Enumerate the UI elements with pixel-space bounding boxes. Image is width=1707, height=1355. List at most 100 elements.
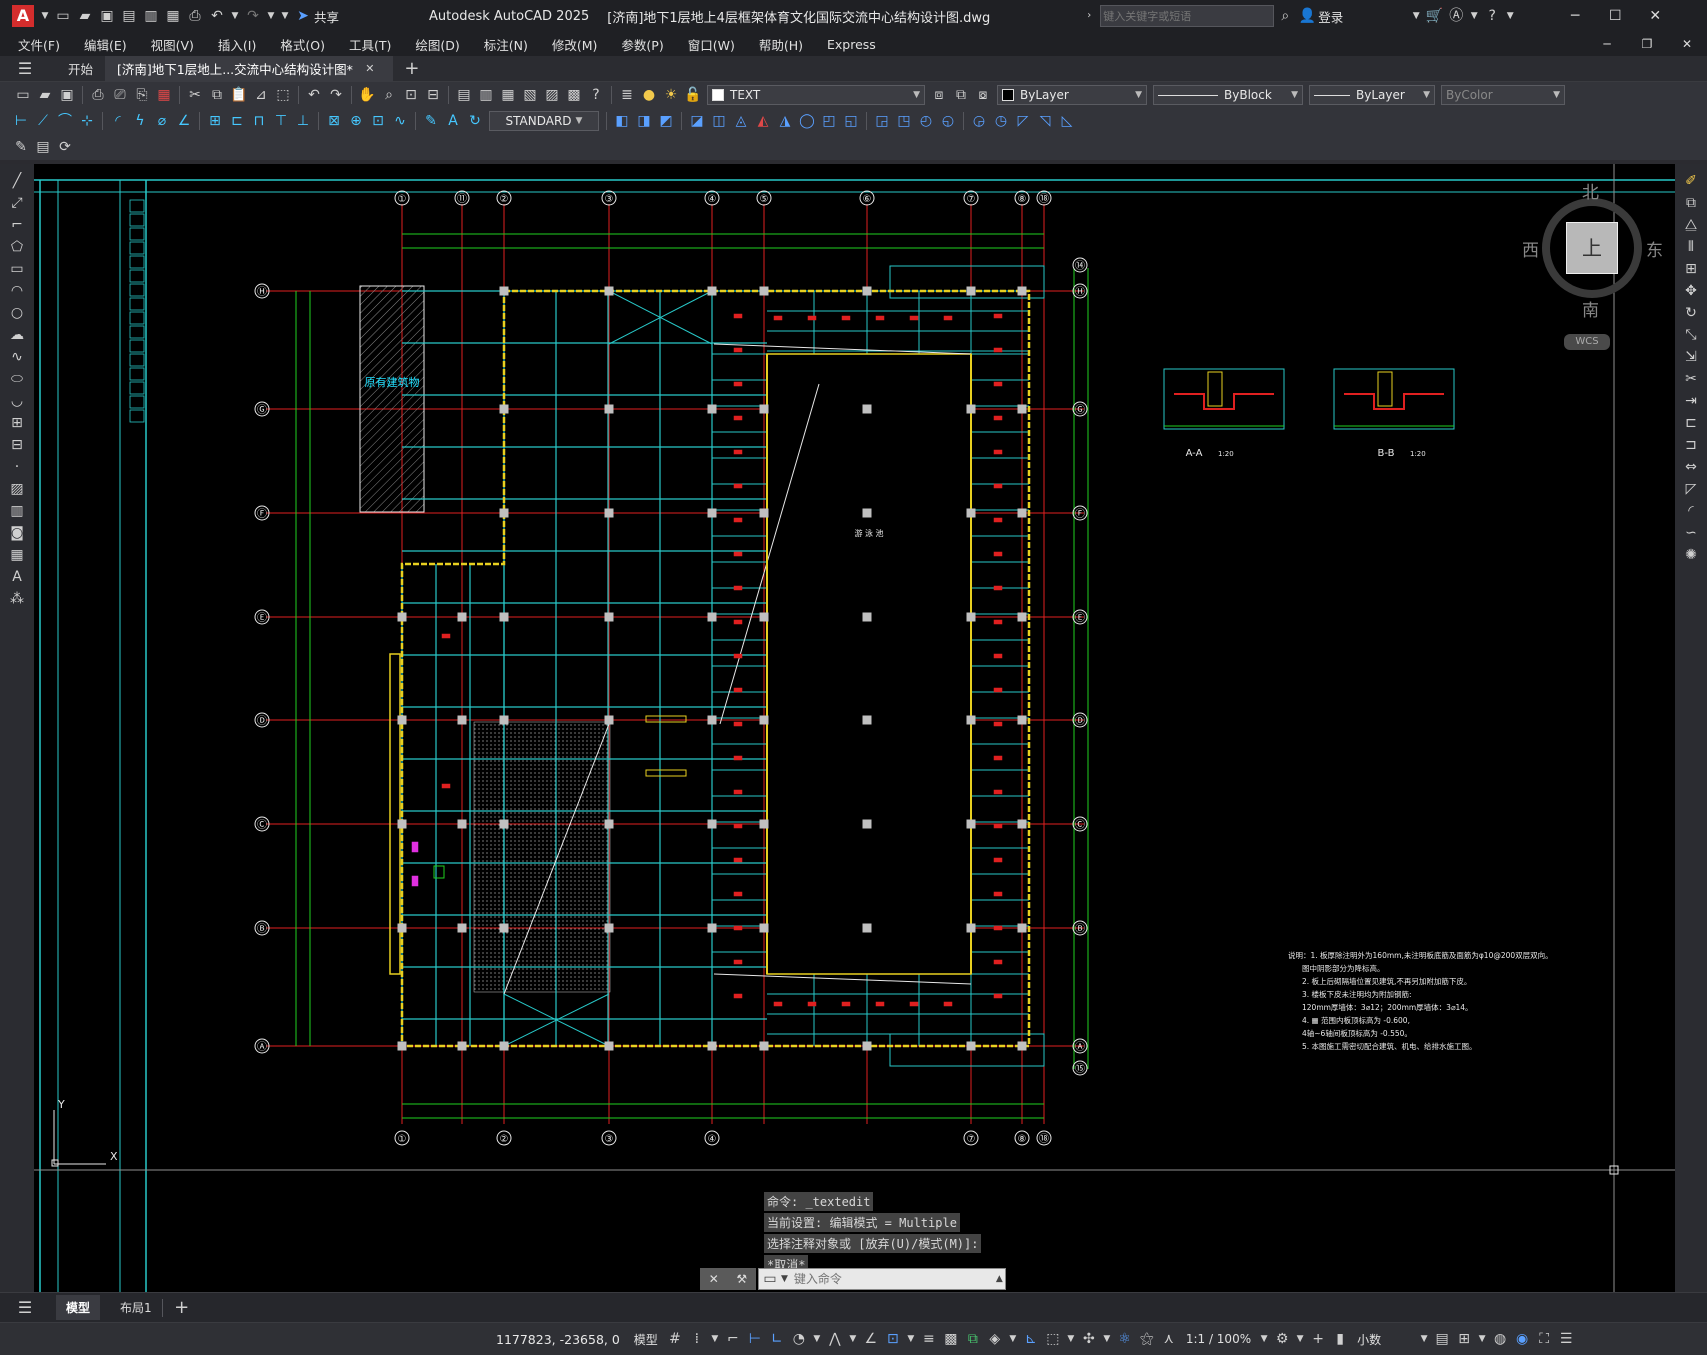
pdf-icon[interactable]: ▦ — [155, 86, 173, 104]
dynamic-ucs-icon[interactable]: ⊾ — [1022, 1330, 1040, 1348]
construction-line-icon[interactable]: ⤢ — [8, 194, 26, 212]
rectangle-icon[interactable]: ▭ — [8, 260, 26, 278]
spline-icon[interactable]: ∿ — [8, 348, 26, 366]
autodesk-a360-icon[interactable]: Ⓐ — [1447, 7, 1465, 25]
maximize-icon[interactable]: ☐ — [1595, 8, 1635, 24]
layout-menu-icon[interactable]: ☰ — [16, 1298, 34, 1317]
publish-icon[interactable]: ⎘ — [133, 86, 151, 104]
ellipse-arc-icon[interactable]: ◡ — [8, 392, 26, 410]
wedge-icon[interactable]: ◨ — [635, 112, 653, 130]
polar-chevron-icon[interactable]: ▼ — [812, 1330, 822, 1348]
3d-align-icon[interactable]: ◸ — [1014, 112, 1032, 130]
copy-object-icon[interactable]: ⧉ — [1682, 194, 1700, 212]
region-icon[interactable]: ◙ — [8, 524, 26, 542]
3d-array-icon[interactable]: ◹ — [1036, 112, 1054, 130]
doc-minimize-icon[interactable]: ─ — [1587, 37, 1627, 51]
circle-icon[interactable]: ○ — [8, 304, 26, 322]
markup-icon[interactable]: ▨ — [543, 86, 561, 104]
customize-icon[interactable]: ⚒ — [736, 1272, 747, 1286]
radius-icon[interactable]: ◜ — [109, 112, 127, 130]
help-icon[interactable]: ? — [1483, 7, 1501, 25]
arc-icon[interactable]: ◠ — [8, 282, 26, 300]
fillet-icon[interactable]: ◜ — [1682, 502, 1700, 520]
units-chevron-icon[interactable]: ▼ — [1419, 1330, 1429, 1348]
doc-restore-icon[interactable]: ❐ — [1627, 37, 1667, 51]
zoom-window-icon[interactable]: ⊡ — [402, 86, 420, 104]
layer-on-icon[interactable]: ● — [640, 86, 658, 104]
plot-icon[interactable]: ⎙ — [186, 7, 204, 25]
save-as-icon[interactable]: ▤ — [120, 7, 138, 25]
extrude-icon[interactable]: ◪ — [688, 112, 706, 130]
union-icon[interactable]: ◯ — [798, 112, 816, 130]
recent-commands-chevron-icon[interactable]: ▼ — [781, 1274, 788, 1284]
tolerance-icon[interactable]: ⊠ — [325, 112, 343, 130]
quick-dimension-icon[interactable]: ⊞ — [206, 112, 224, 130]
rotate-icon[interactable]: ↻ — [1682, 304, 1700, 322]
extend-icon[interactable]: ⇥ — [1682, 392, 1700, 410]
annotation-scale-icon[interactable]: ⋏ — [1160, 1330, 1178, 1348]
sheet-set-icon[interactable]: ▧ — [521, 86, 539, 104]
text-style-dropdown[interactable]: STANDARD ▼ — [489, 111, 599, 131]
cone-icon[interactable]: ◩ — [657, 112, 675, 130]
grid-icon[interactable]: # — [666, 1330, 684, 1348]
line-icon[interactable]: ╱ — [8, 172, 26, 190]
block-attribute-manager-icon[interactable]: ▤ — [34, 138, 52, 156]
linear-dimension-icon[interactable]: ⊢ — [12, 112, 30, 130]
transparency-icon[interactable]: ▩ — [942, 1330, 960, 1348]
hatch-icon[interactable]: ▨ — [8, 480, 26, 498]
blend-curves-icon[interactable]: ∽ — [1682, 524, 1700, 542]
join-icon[interactable]: ⇔ — [1682, 458, 1700, 476]
user-icon[interactable]: 👤 — [1298, 7, 1316, 25]
subtract-icon[interactable]: ◰ — [820, 112, 838, 130]
a360-chevron-icon[interactable]: ▼ — [1469, 7, 1479, 25]
redo-toolbar-icon[interactable]: ↷ — [327, 86, 345, 104]
scale-icon[interactable]: ⤡ — [1682, 326, 1700, 344]
dimtedit-icon[interactable]: A — [444, 112, 462, 130]
layer-dropdown[interactable]: TEXT ▼ — [707, 85, 925, 105]
tab-start[interactable]: 开始 — [56, 56, 105, 82]
revision-cloud-icon[interactable]: ☁ — [8, 326, 26, 344]
jogged-icon[interactable]: ϟ — [131, 112, 149, 130]
hamburger-menu-icon[interactable]: ☰ — [16, 59, 34, 78]
3d-osnap-icon[interactable]: ◈ — [986, 1330, 1004, 1348]
search-icon[interactable]: ⌕ — [1276, 7, 1294, 25]
menu-help[interactable]: 帮助(H) — [747, 35, 815, 54]
edit-attribute-icon[interactable]: ✎ — [12, 138, 30, 156]
menu-tools[interactable]: 工具(T) — [337, 35, 403, 54]
ortho-mode-icon[interactable]: ∟ — [768, 1330, 786, 1348]
design-center-icon[interactable]: ▥ — [477, 86, 495, 104]
inspection-icon[interactable]: ⊡ — [369, 112, 387, 130]
copy-icon[interactable]: ⧉ — [208, 86, 226, 104]
zoom-realtime-icon[interactable]: ⌕ — [380, 86, 398, 104]
arc-length-icon[interactable]: ⌒ — [56, 112, 74, 130]
erase-icon[interactable]: ✐ — [1682, 172, 1700, 190]
continue-icon[interactable]: ⊓ — [250, 112, 268, 130]
jogged-linear-icon[interactable]: ∿ — [391, 112, 409, 130]
menu-edit[interactable]: 编辑(E) — [72, 35, 139, 54]
baseline-icon[interactable]: ⊏ — [228, 112, 246, 130]
open-folder-icon[interactable]: ▰ — [76, 7, 94, 25]
annotation-visibility-icon[interactable]: ⚛ — [1116, 1330, 1134, 1348]
selection-cycling-icon[interactable]: ⧉ — [964, 1330, 982, 1348]
multiline-text-icon[interactable]: A — [8, 568, 26, 586]
model-space-toggle[interactable]: 模型 — [628, 1331, 664, 1348]
add-selected-icon[interactable]: ⁂ — [8, 590, 26, 608]
tab-document[interactable]: [济南]地下1层地上...交流中心结构设计图* ✕ — [105, 55, 393, 82]
undo-toolbar-icon[interactable]: ↶ — [305, 86, 323, 104]
viewcube-face[interactable]: 上 — [1566, 222, 1618, 274]
dimbreak-icon[interactable]: ⊥ — [294, 112, 312, 130]
revolve-icon[interactable]: ◭ — [754, 112, 772, 130]
share-button[interactable]: 共享 — [314, 7, 339, 26]
tool-palettes-icon[interactable]: ▦ — [499, 86, 517, 104]
app-logo[interactable]: A — [12, 5, 34, 27]
point-icon[interactable]: · — [8, 458, 26, 476]
command-prompt-icon[interactable]: ▭ — [761, 1270, 779, 1288]
offset-icon[interactable]: ⫴ — [1682, 238, 1700, 256]
polyline-icon[interactable]: ⌐ — [8, 216, 26, 234]
command-history-chevron-icon[interactable]: ▲ — [996, 1274, 1003, 1284]
object-snap-tracking-icon[interactable]: ∠ — [862, 1330, 880, 1348]
lock-chevron-icon[interactable]: ▼ — [1477, 1330, 1487, 1348]
break-at-point-icon[interactable]: ⊏ — [1682, 414, 1700, 432]
layer-states-icon[interactable]: ⧇ — [974, 86, 992, 104]
sync-attributes-icon[interactable]: ⟳ — [56, 138, 74, 156]
